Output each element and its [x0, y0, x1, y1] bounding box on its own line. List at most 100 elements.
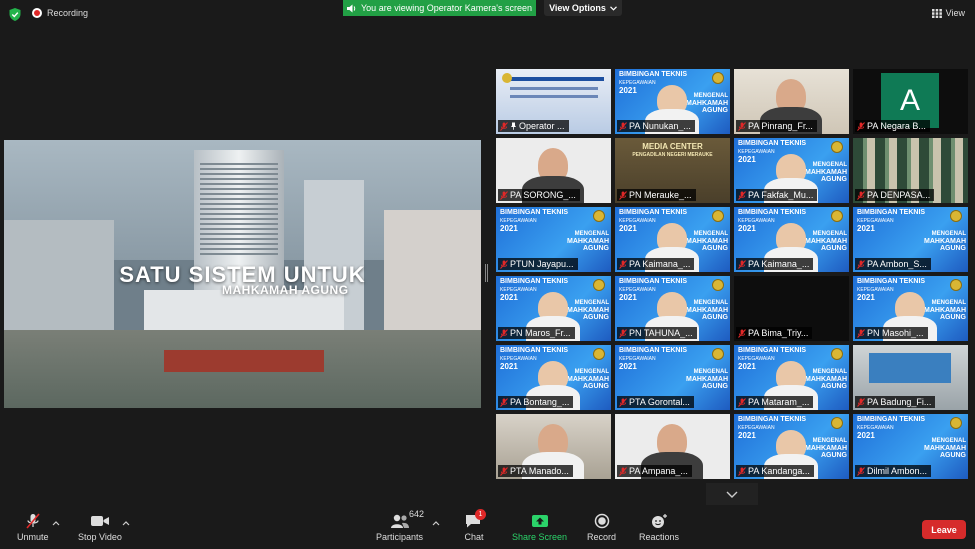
speaker-icon: [347, 4, 356, 12]
record-icon: [594, 513, 609, 529]
view-options-label: View Options: [549, 3, 606, 13]
participants-options-caret-icon[interactable]: [432, 520, 440, 526]
participant-tile[interactable]: MEDIA CENTER PENGADILAN NEGERI MERAUKE PN …: [615, 138, 730, 203]
participant-tile[interactable]: PA DENPASA...: [853, 138, 968, 203]
participant-tile[interactable]: PA Pinrang_Fr...: [734, 69, 849, 134]
participant-tile[interactable]: PTA Manado...: [496, 414, 611, 479]
shared-screen-plaza: [164, 350, 324, 372]
participant-tile[interactable]: BIMBINGAN TEKNIS KEPEGAWAIAN 2021 MENGENAL M…: [615, 276, 730, 341]
shared-screen-subtitle: MAHKAMAH AGUNG: [222, 283, 349, 297]
participant-tile[interactable]: BIMBINGAN TEKNIS KEPEGAWAIAN 2021 MENGENAL M…: [734, 414, 849, 479]
banner-right3: AGUNG: [939, 452, 966, 459]
microphone-muted-icon: [738, 259, 746, 269]
participant-name-bar: Operator ...: [498, 120, 569, 132]
stop-video-button[interactable]: Stop Video: [78, 513, 122, 542]
view-button[interactable]: View: [931, 8, 965, 18]
zoom-meeting-window: Recording You are viewing Operator Kamer…: [0, 0, 975, 549]
participant-name-bar: PA Negara B...: [855, 120, 930, 132]
microphone-muted-icon: [619, 328, 627, 338]
microphone-muted-icon: [619, 121, 627, 131]
participants-count: 642: [409, 509, 425, 519]
leave-meeting-button[interactable]: Leave: [922, 520, 966, 539]
participant-name-bar: Dilmil Ambon...: [855, 465, 932, 477]
participant-tile[interactable]: PA SORONG_...: [496, 138, 611, 203]
banner-right2: MAHKAMAH: [686, 376, 728, 383]
participant-tile[interactable]: A PA Negara B...: [853, 69, 968, 134]
tile-banner-right: MENGENAL MAHKAMAH AGUNG: [805, 162, 847, 183]
banner-line1: BIMBINGAN TEKNIS: [500, 347, 569, 354]
microphone-muted-icon: [500, 121, 508, 131]
participant-name: PA Nunukan_...: [629, 121, 691, 131]
shared-screen-view[interactable]: SATU SISTEM UNTUK MAHKAMAH AGUNG: [4, 140, 481, 408]
chat-button[interactable]: 1 Chat: [464, 509, 486, 542]
banner-right2: MAHKAMAH: [805, 238, 847, 245]
slide-line: [510, 87, 598, 90]
record-button[interactable]: Record: [587, 513, 616, 542]
participant-tile[interactable]: BIMBINGAN TEKNIS KEPEGAWAIAN 2021 MENGENAL M…: [615, 69, 730, 134]
participant-tile[interactable]: BIMBINGAN TEKNIS KEPEGAWAIAN 2021 MENGENAL M…: [496, 276, 611, 341]
participant-name-bar: PTA Gorontal...: [617, 396, 694, 408]
banner-right1: MENGENAL: [693, 300, 728, 306]
court-seal-logo: [950, 279, 962, 291]
participant-name-bar: PN Merauke_...: [617, 189, 696, 201]
reactions-button[interactable]: Reactions: [639, 513, 679, 542]
microphone-muted-icon: [857, 466, 865, 476]
participant-name-bar: PA DENPASA...: [855, 189, 935, 201]
microphone-muted-icon: [857, 121, 865, 131]
banner-line1: BIMBINGAN TEKNIS: [738, 416, 807, 423]
participant-name: PA Negara B...: [867, 121, 926, 131]
banner-line1: BIMBINGAN TEKNIS: [857, 416, 926, 423]
participant-tile[interactable]: PA Bima_Triy...: [734, 276, 849, 341]
shield-check-icon[interactable]: [9, 8, 21, 21]
participant-tile[interactable]: BIMBINGAN TEKNIS KEPEGAWAIAN 2021 MENGENAL M…: [853, 276, 968, 341]
tile-banner-right: MENGENAL MAHKAMAH AGUNG: [686, 231, 728, 252]
banner-line1: BIMBINGAN TEKNIS: [619, 71, 688, 78]
participant-tile[interactable]: BIMBINGAN TEKNIS KEPEGAWAIAN 2021 MENGENAL M…: [615, 345, 730, 410]
microphone-muted-icon: [857, 397, 865, 407]
smiley-plus-icon: [652, 514, 668, 528]
participant-tile[interactable]: PA Badung_Fi...: [853, 345, 968, 410]
stop-video-label: Stop Video: [78, 532, 122, 542]
participant-tile[interactable]: BIMBINGAN TEKNIS KEPEGAWAIAN 2021 MENGENAL M…: [853, 414, 968, 479]
audio-options-caret-icon[interactable]: [52, 520, 60, 526]
gallery-next-page-button[interactable]: [706, 483, 758, 505]
split-resize-handle[interactable]: [485, 264, 488, 282]
participant-name: PA Bima_Triy...: [748, 328, 809, 338]
microphone-muted-icon: [619, 466, 627, 476]
participant-tile[interactable]: BIMBINGAN TEKNIS KEPEGAWAIAN 2021 MENGENAL M…: [496, 345, 611, 410]
participant-name: PA Mataram_...: [748, 397, 810, 407]
participant-name: PN TAHUNA_...: [629, 328, 693, 338]
participant-tile[interactable]: BIMBINGAN TEKNIS KEPEGAWAIAN 2021 MENGENAL M…: [734, 207, 849, 272]
tile-banner: BIMBINGAN TEKNIS KEPEGAWAIAN 2021: [857, 416, 925, 440]
shared-screen-windows: [200, 160, 278, 255]
top-bar: Recording You are viewing Operator Kamer…: [0, 0, 975, 30]
participant-tile[interactable]: BIMBINGAN TEKNIS KEPEGAWAIAN 2021 MENGENAL M…: [734, 138, 849, 203]
banner-right1: MENGENAL: [931, 231, 966, 237]
unmute-button[interactable]: Unmute: [17, 513, 49, 542]
viewing-screen-banner: You are viewing Operator Kamera's screen: [343, 0, 536, 16]
tile-banner-right: MENGENAL MAHKAMAH AGUNG: [567, 231, 609, 252]
share-screen-icon: [531, 515, 548, 527]
microphone-muted-icon: [857, 328, 865, 338]
court-seal-logo: [712, 210, 724, 222]
video-options-caret-icon[interactable]: [122, 520, 130, 526]
slide-header: [504, 77, 604, 81]
banner-line1: BIMBINGAN TEKNIS: [738, 209, 807, 216]
microphone-muted-icon: [619, 259, 627, 269]
participant-tile[interactable]: BIMBINGAN TEKNIS KEPEGAWAIAN 2021 MENGENAL M…: [496, 207, 611, 272]
participant-tile[interactable]: Operator ...: [496, 69, 611, 134]
participant-name: PN Maros_Fr...: [510, 328, 571, 338]
recording-indicator[interactable]: Recording: [32, 8, 88, 18]
participant-tile[interactable]: PA Ampana_...: [615, 414, 730, 479]
participant-tile[interactable]: BIMBINGAN TEKNIS KEPEGAWAIAN 2021 MENGENAL M…: [734, 345, 849, 410]
participant-name: PA Kandanga...: [748, 466, 810, 476]
court-seal-logo: [831, 417, 843, 429]
participant-gallery: Operator ... BIMBINGAN TEKNIS KEPEGAWAIAN 2…: [496, 69, 970, 479]
recording-label: Recording: [47, 8, 89, 18]
participant-tile[interactable]: BIMBINGAN TEKNIS KEPEGAWAIAN 2021 MENGENAL M…: [615, 207, 730, 272]
view-options-button[interactable]: View Options: [544, 0, 622, 16]
court-seal-logo: [593, 279, 605, 291]
court-seal-logo: [502, 73, 512, 83]
participant-tile[interactable]: BIMBINGAN TEKNIS KEPEGAWAIAN 2021 MENGENAL M…: [853, 207, 968, 272]
share-screen-button[interactable]: Share Screen: [512, 513, 567, 542]
